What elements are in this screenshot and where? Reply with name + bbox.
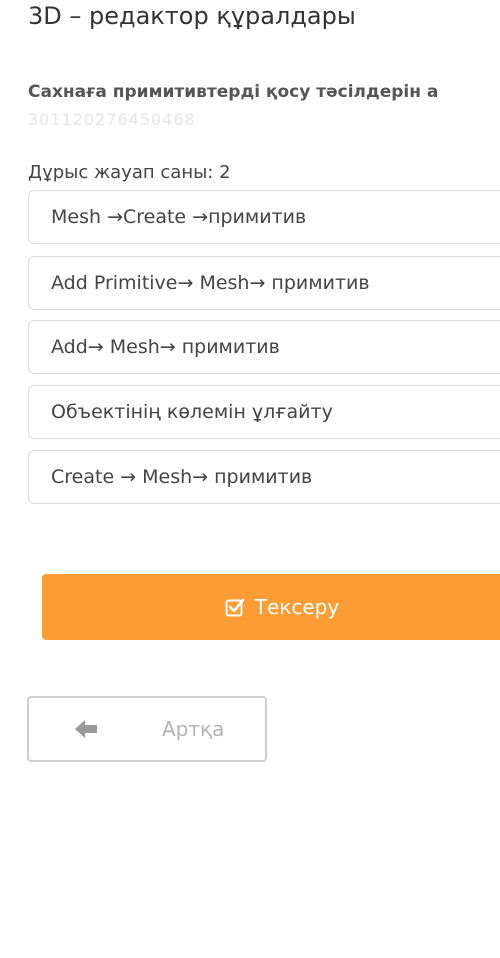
question-id: 301120276450468 [28,110,196,129]
page-title: 3D – редактор құралдары [28,2,356,30]
answer-option-label: Add Primitive→ Mesh→ примитив [51,272,370,294]
back-button[interactable]: Артқа [27,696,267,762]
answer-option[interactable]: Mesh →Create →примитив [28,190,500,244]
answer-option[interactable]: Create → Mesh→ примитив [28,450,500,504]
check-button-label: Тексеру [254,595,340,619]
answer-option-label: Create → Mesh→ примитив [51,466,313,488]
arrow-left-icon [73,718,99,740]
correct-answers-count: Дұрыс жауап саны: 2 [28,162,231,183]
answer-option[interactable]: Add Primitive→ Mesh→ примитив [28,256,500,310]
back-button-label: Артқа [162,717,225,741]
answer-option-label: Add→ Mesh→ примитив [51,336,280,358]
answer-option-label: Объектінің көлемін ұлғайту [51,401,333,423]
answer-option-label: Mesh →Create →примитив [51,206,307,228]
check-button[interactable]: Тексеру [42,574,500,640]
checkbox-checked-icon [225,597,245,617]
answer-option[interactable]: Add→ Mesh→ примитив [28,320,500,374]
answer-option[interactable]: Объектінің көлемін ұлғайту [28,385,500,439]
question-text: Сахнаға примитивтерді қосу тәсілдерін а [28,82,439,102]
